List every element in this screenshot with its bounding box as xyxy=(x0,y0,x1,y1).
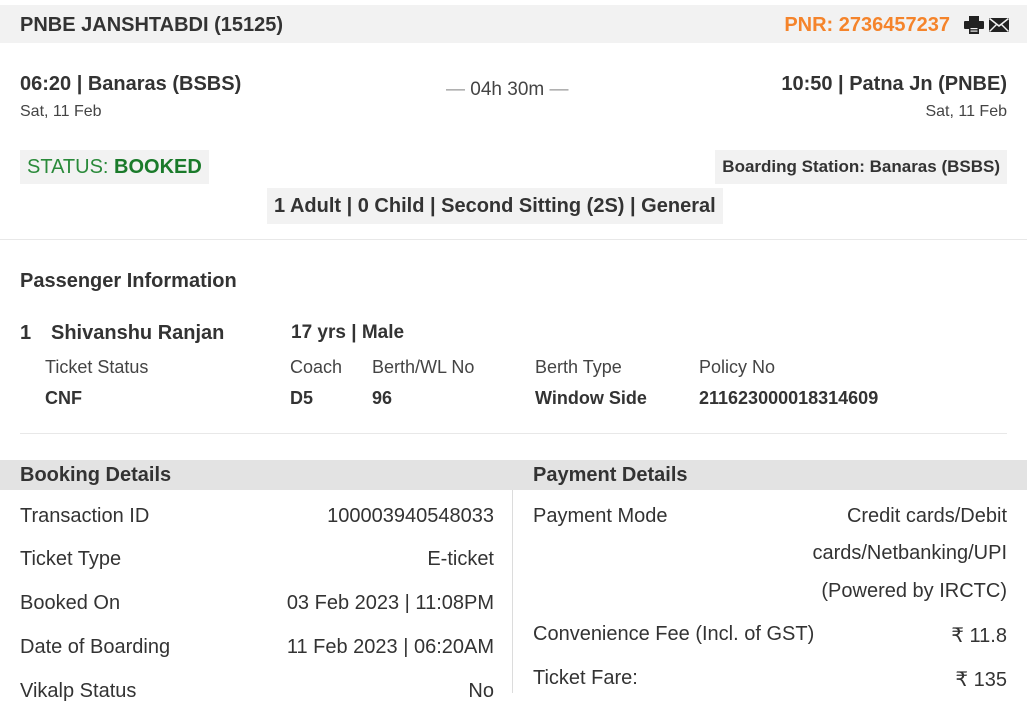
train-name: PNBE JANSHTABDI (15125) xyxy=(20,14,284,36)
ticket-status-value: CNF xyxy=(45,388,82,408)
class-summary: 1 Adult | 0 Child | Second Sitting (2S) … xyxy=(267,188,723,224)
status-label: STATUS: xyxy=(27,156,109,178)
vikalp-status-label: Vikalp Status xyxy=(20,680,137,702)
payment-details-title: Payment Details xyxy=(533,464,688,486)
vikalp-status-value: No xyxy=(468,680,494,702)
convenience-fee-value: ₹ 11.8 xyxy=(951,625,1007,647)
status-value: BOOKED xyxy=(114,156,202,178)
payment-mode-line-1: Credit cards/Debit xyxy=(846,505,1007,527)
details-header-bar: Booking Details Payment Details xyxy=(0,460,1027,490)
payment-mode-line-3: (Powered by IRCTC) xyxy=(821,580,1007,602)
payment-mode-line-2: cards/Netbanking/UPI xyxy=(812,542,1007,564)
berth-wl-label: Berth/WL No xyxy=(372,357,475,377)
coach-value: D5 xyxy=(290,388,314,408)
transaction-id-value: 100003940548033 xyxy=(327,505,494,527)
coach-label: Coach xyxy=(290,357,343,377)
date-of-boarding-label: Date of Boarding xyxy=(20,636,171,658)
duration-dash-left: — xyxy=(446,79,465,100)
berth-type-label: Berth Type xyxy=(535,357,622,377)
departure-date: Sat, 11 Feb xyxy=(20,103,102,120)
berth-wl-value: 96 xyxy=(372,388,393,408)
mail-icon[interactable] xyxy=(989,16,1009,34)
duration-value: 04h 30m xyxy=(470,79,545,100)
duration-dash-right: — xyxy=(549,79,569,100)
booked-on-label: Booked On xyxy=(20,592,121,614)
section-divider xyxy=(0,239,1027,240)
departure-station: 06:20 | Banaras (BSBS) xyxy=(20,73,242,95)
berth-type-value: Window Side xyxy=(535,388,647,408)
passenger-name: Shivanshu Ranjan xyxy=(51,322,225,344)
policy-no-label: Policy No xyxy=(699,357,776,377)
journey-duration: — 04h 30m — xyxy=(446,79,569,101)
ticket-fare-label: Ticket Fare: xyxy=(533,667,638,689)
booked-on-value: 03 Feb 2023 | 11:08PM xyxy=(286,592,494,614)
convenience-fee-label: Convenience Fee (Incl. of GST) xyxy=(533,623,815,645)
ticket-header: PNBE JANSHTABDI (15125) PNR: 2736457237 xyxy=(0,5,1027,43)
date-of-boarding-value: 11 Feb 2023 | 06:20AM xyxy=(286,636,494,658)
passenger-section-title: Passenger Information xyxy=(20,270,237,292)
arrival-date: Sat, 11 Feb xyxy=(925,103,1007,120)
payment-mode-label: Payment Mode xyxy=(533,505,668,527)
passenger-number: 1 xyxy=(20,322,32,344)
print-icon[interactable] xyxy=(964,16,984,34)
ticket-fare-value: ₹ 135 xyxy=(955,669,1007,691)
passenger-divider xyxy=(20,433,1007,434)
booking-details-title: Booking Details xyxy=(20,464,172,486)
ticket-type-value: E-ticket xyxy=(427,548,494,570)
booking-status: STATUS: BOOKED xyxy=(20,150,209,184)
passenger-age-gender: 17 yrs | Male xyxy=(291,322,405,343)
details-column-divider xyxy=(512,490,513,693)
ticket-status-label: Ticket Status xyxy=(45,357,149,377)
pnr-number: PNR: 2736457237 xyxy=(784,14,950,36)
transaction-id-label: Transaction ID xyxy=(20,505,150,527)
boarding-station: Boarding Station: Banaras (BSBS) xyxy=(715,150,1007,184)
arrival-station: 10:50 | Patna Jn (PNBE) xyxy=(781,73,1007,95)
policy-no-value: 211623000018314609 xyxy=(699,388,879,408)
ticket-type-label: Ticket Type xyxy=(20,548,122,570)
